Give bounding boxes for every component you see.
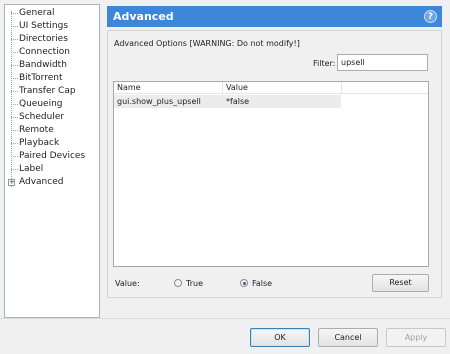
- tree-branch: [11, 169, 18, 170]
- tree-item-label: Playback: [19, 138, 60, 148]
- tree-branch: [11, 65, 18, 66]
- tree-item-label: Queueing: [19, 99, 63, 109]
- tree-item-label: Bandwidth: [19, 60, 67, 70]
- reset-button[interactable]: Reset: [372, 274, 429, 292]
- page-title: Advanced: [113, 10, 174, 23]
- tree-branch: [11, 117, 18, 118]
- radio-true[interactable]: True: [174, 278, 203, 288]
- tree-item-label: BitTorrent: [19, 73, 63, 83]
- tree-item-label: Directories: [19, 34, 68, 44]
- tree-item-bandwidth[interactable]: Bandwidth: [5, 59, 99, 72]
- column-divider[interactable]: [341, 82, 342, 94]
- tree-branch: [11, 104, 18, 105]
- tree-branch: [11, 39, 18, 40]
- option-value-cell: *false: [226, 97, 250, 106]
- tree-item-ui-settings[interactable]: UI Settings: [5, 20, 99, 33]
- radio-true-label: True: [186, 278, 203, 288]
- radio-false-label: False: [252, 278, 273, 288]
- options-list[interactable]: Name Value gui.show_plus_upsell *false: [113, 81, 429, 267]
- radio-button-selected-icon[interactable]: [240, 279, 248, 287]
- tree-branch: [11, 13, 18, 14]
- column-header-value[interactable]: Value: [223, 82, 341, 94]
- tree-item-connection[interactable]: Connection: [5, 46, 99, 59]
- tree-item-advanced[interactable]: + Advanced: [5, 176, 99, 189]
- tree-branch: [11, 78, 18, 79]
- value-label: Value:: [115, 279, 140, 288]
- cancel-button[interactable]: Cancel: [318, 328, 378, 347]
- tree-item-scheduler[interactable]: Scheduler: [5, 111, 99, 124]
- tree-item-paired-devices[interactable]: Paired Devices: [5, 150, 99, 163]
- tree-item-label: Advanced: [19, 177, 64, 187]
- tree-branch: [11, 130, 18, 131]
- tree-item-label: Scheduler: [19, 112, 65, 122]
- tree-branch: [11, 91, 18, 92]
- tree-item-queueing[interactable]: Queueing: [5, 98, 99, 111]
- tree-item-general[interactable]: General: [5, 7, 99, 20]
- apply-button[interactable]: Apply: [386, 328, 446, 347]
- tree-item-transfer-cap[interactable]: Transfer Cap: [5, 85, 99, 98]
- table-row[interactable]: gui.show_plus_upsell *false: [114, 95, 341, 108]
- list-header: Name Value: [114, 82, 428, 94]
- help-icon[interactable]: ?: [424, 10, 437, 23]
- tree-item-directories[interactable]: Directories: [5, 33, 99, 46]
- page-header: Advanced ?: [107, 6, 442, 27]
- tree-item-label: General: [19, 8, 55, 18]
- ok-button[interactable]: OK: [250, 328, 310, 347]
- tree-branch: [11, 143, 18, 144]
- tree-branch: [11, 52, 18, 53]
- tree-branch: [11, 26, 18, 27]
- tree-item-bittorrent[interactable]: BitTorrent: [5, 72, 99, 85]
- tree-item-label: Transfer Cap: [19, 86, 76, 96]
- tree-item-label: Label: [19, 164, 44, 174]
- tree-item-playback[interactable]: Playback: [5, 137, 99, 150]
- filter-input[interactable]: [337, 54, 428, 71]
- column-header-name[interactable]: Name: [114, 82, 222, 94]
- radio-button-icon[interactable]: [174, 279, 182, 287]
- tree-item-label: Paired Devices: [19, 151, 86, 161]
- tree-item-label: Connection: [19, 47, 70, 57]
- tree-item-label-settings[interactable]: Label: [5, 163, 99, 176]
- expand-icon[interactable]: +: [8, 179, 15, 186]
- tree-item-label: UI Settings: [19, 21, 69, 31]
- group-title: Advanced Options [WARNING: Do not modify…: [114, 39, 300, 48]
- footer-divider: [0, 318, 450, 319]
- tree-branch: [11, 156, 18, 157]
- tree-item-remote[interactable]: Remote: [5, 124, 99, 137]
- settings-tree: General UI Settings Directories Connecti…: [4, 4, 100, 318]
- tree-item-label: Remote: [19, 125, 54, 135]
- filter-label: Filter:: [313, 59, 336, 68]
- radio-false[interactable]: False: [240, 278, 272, 288]
- option-name-cell: gui.show_plus_upsell: [117, 97, 201, 106]
